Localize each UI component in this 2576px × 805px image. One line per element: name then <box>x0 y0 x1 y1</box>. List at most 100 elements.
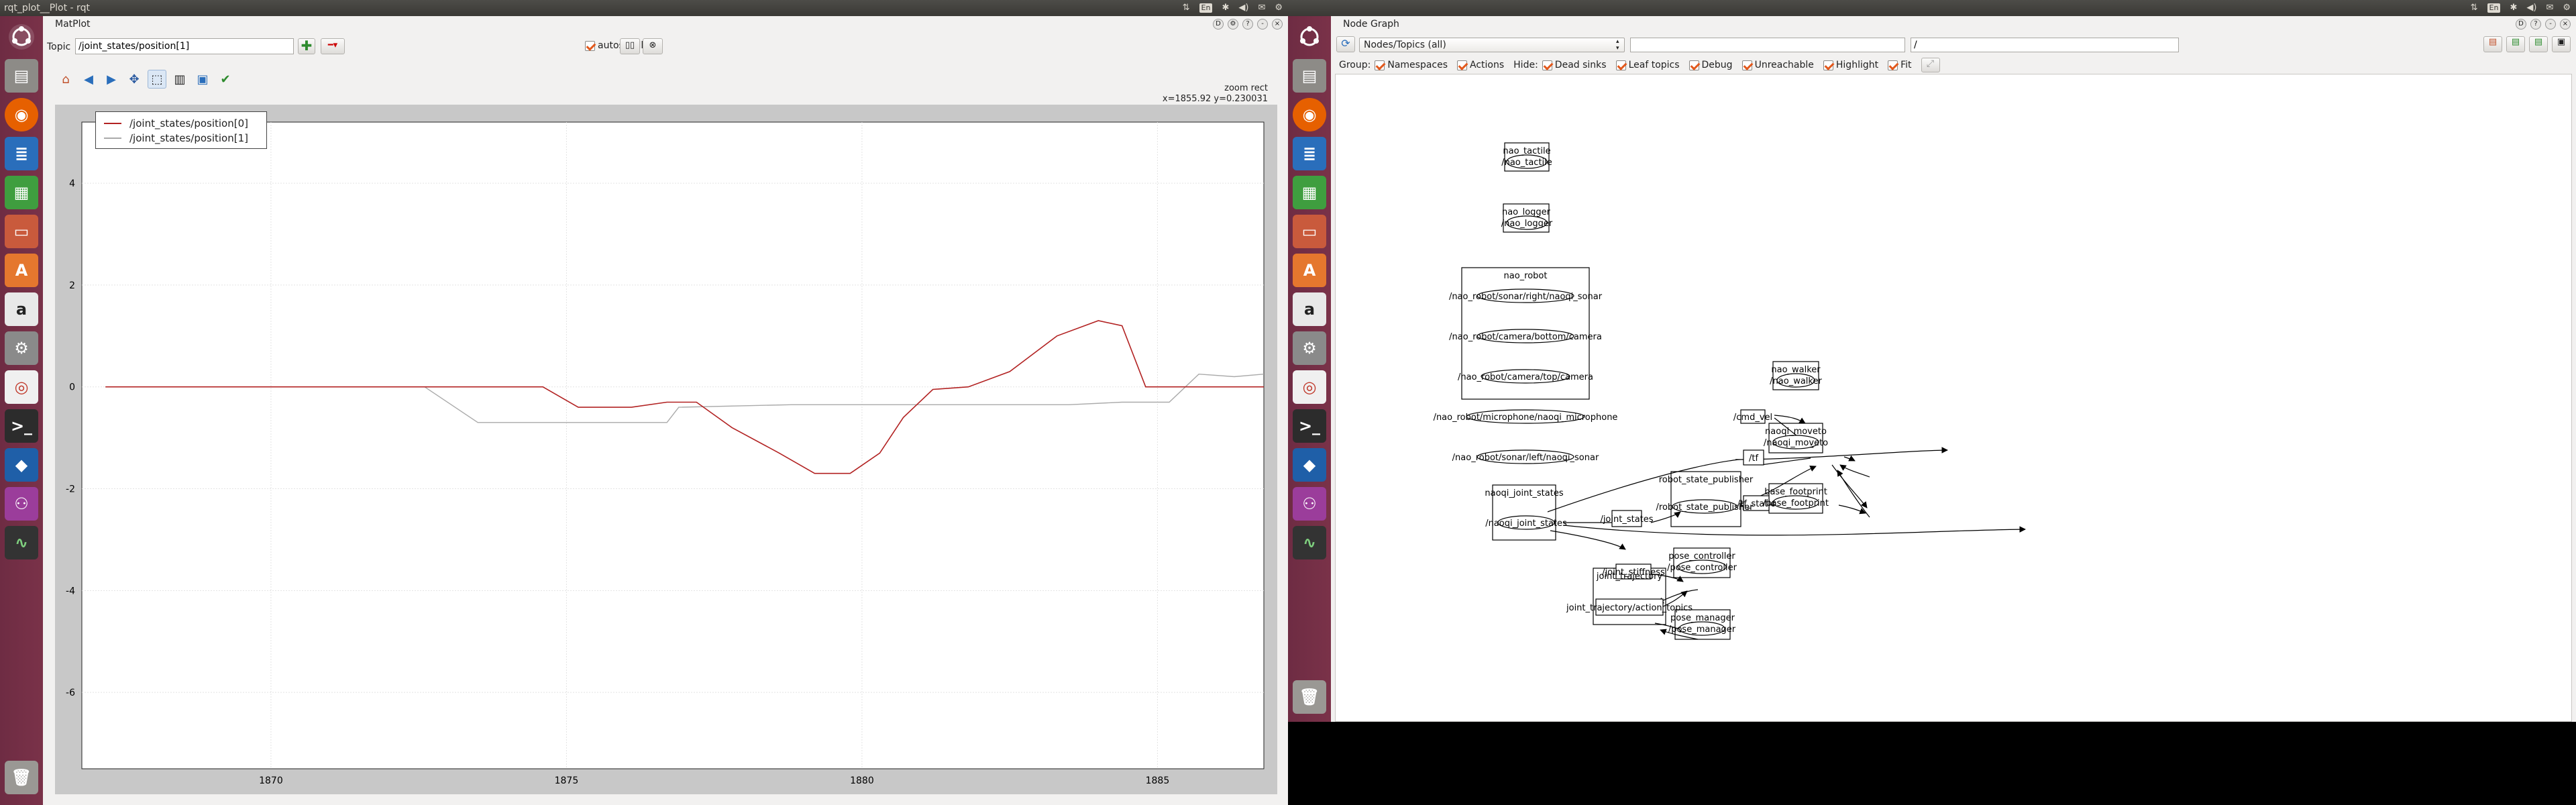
files-icon[interactable]: ▤ <box>5 59 38 93</box>
topic-label-tf-static: /tf_static <box>1737 499 1775 509</box>
back-icon[interactable]: ◀ <box>79 70 98 89</box>
highlight-checkbox[interactable]: Highlight <box>1823 60 1878 70</box>
volume-icon[interactable]: ◀) <box>1238 0 1248 16</box>
save-dot-icon[interactable]: ▤ <box>2506 36 2525 52</box>
mail-icon[interactable]: ✉ <box>1258 0 1265 16</box>
writer-icon[interactable]: ≣ <box>5 137 38 170</box>
ubuntu-dash-icon[interactable] <box>1293 20 1326 54</box>
amazon-icon[interactable]: a <box>1293 292 1326 326</box>
dead-sinks-label: Dead sinks <box>1554 60 1607 70</box>
y-tick-label: 2 <box>69 280 75 291</box>
add-topic-button[interactable]: ✚ <box>298 38 315 54</box>
software-center-icon[interactable]: A <box>1293 254 1326 287</box>
impress-icon[interactable]: ▭ <box>5 215 38 248</box>
settings-icon[interactable]: ⚙ <box>5 331 38 365</box>
group-label: Group: <box>1339 60 1371 70</box>
dead-sinks-checkbox[interactable]: Dead sinks <box>1542 60 1607 70</box>
volume-icon[interactable]: ◀) <box>2526 0 2536 16</box>
zoom-mode-label: zoom rect <box>1224 83 1268 93</box>
matplotlib-toolbar: ⌂ ◀ ▶ ✥ ⬚ ▥ ▣ ✔ <box>56 70 235 89</box>
trash-icon[interactable]: 🗑 <box>1293 680 1326 714</box>
legend-label-1: /joint_states/position[1] <box>129 132 248 144</box>
plugin-title: MatPlot <box>55 19 91 30</box>
ubuntu-dash-icon[interactable] <box>5 20 38 54</box>
plot-frame: 1870 1875 1880 1885 4 2 0 -2 -4 -6 <box>55 105 1277 794</box>
vscode-icon[interactable]: ◆ <box>1293 448 1326 482</box>
amazon-icon[interactable]: a <box>5 292 38 326</box>
namespace-filter-input[interactable] <box>1911 38 2179 52</box>
rqt-icon[interactable]: ◎ <box>1293 370 1326 404</box>
calc-icon[interactable]: ▦ <box>5 176 38 209</box>
subplots-icon[interactable]: ▥ <box>170 70 189 89</box>
power-gear-icon[interactable]: ⚙ <box>1275 0 1283 16</box>
software-center-icon[interactable]: A <box>5 254 38 287</box>
power-gear-icon[interactable]: ⚙ <box>2563 0 2571 16</box>
calc-icon[interactable]: ▦ <box>1293 176 1326 209</box>
robot-app-icon[interactable]: ⚇ <box>5 487 38 521</box>
save-svg-icon[interactable]: ▤ <box>2529 36 2548 52</box>
edit-curves-icon[interactable]: ✔ <box>216 70 235 89</box>
zoom-icon[interactable]: ⬚ <box>148 70 166 89</box>
pause-button[interactable]: ▯▯ <box>620 38 640 54</box>
graph-mode-select[interactable]: Nodes/Topics (all) <box>1359 38 1625 52</box>
unreachable-checkbox[interactable]: Unreachable <box>1741 60 1814 70</box>
help-icon[interactable]: ? <box>2530 19 2541 30</box>
robot-app-icon[interactable]: ⚇ <box>1293 487 1326 521</box>
node-graph-canvas[interactable]: nao_tactile/nao_tactile nao_logger/nao_lo… <box>1335 74 2572 722</box>
keyboard-layout-icon[interactable]: En <box>2487 3 2501 13</box>
settings-icon[interactable]: ⚙ <box>1228 19 1238 30</box>
edge-footprint-to-tf <box>1837 470 1870 518</box>
close-icon[interactable]: × <box>1272 19 1283 30</box>
fit-checkbox[interactable]: Fit <box>1888 60 1912 70</box>
rqt-icon[interactable]: ◎ <box>5 370 38 404</box>
terminal-icon[interactable]: >_ <box>5 409 38 443</box>
plot-canvas[interactable]: 1870 1875 1880 1885 4 2 0 -2 -4 -6 <box>55 105 1277 794</box>
refresh-button[interactable]: ⟳ <box>1336 36 1355 52</box>
settings-icon[interactable]: ⚙ <box>1293 331 1326 365</box>
pan-icon[interactable]: ✥ <box>125 70 144 89</box>
load-dot-icon[interactable]: ▤ <box>2483 36 2502 52</box>
firefox-icon[interactable]: ◉ <box>5 98 38 131</box>
dock-icon[interactable]: D <box>2516 19 2526 30</box>
node-graph-svg[interactable]: nao_tactile/nao_tactile nao_logger/nao_lo… <box>1336 74 2573 722</box>
clear-button[interactable]: ⊗ <box>643 38 663 54</box>
remove-topic-button[interactable]: ━▾ <box>321 38 345 54</box>
minimize-icon[interactable]: - <box>2545 19 2556 30</box>
cluster-label-nao-logger: nao_logger <box>1502 207 1551 217</box>
close-icon[interactable]: × <box>2560 19 2571 30</box>
network-icon[interactable]: ⇅ <box>1183 0 1190 16</box>
vscode-icon[interactable]: ◆ <box>5 448 38 482</box>
trash-icon[interactable]: 🗑 <box>5 761 38 794</box>
forward-icon[interactable]: ▶ <box>102 70 121 89</box>
keyboard-layout-icon[interactable]: En <box>1199 3 1213 13</box>
bluetooth-icon[interactable]: ✱ <box>1222 0 1229 16</box>
x-tick-label: 1875 <box>555 775 579 786</box>
help-icon[interactable]: ? <box>1242 19 1253 30</box>
network-icon[interactable]: ⇅ <box>2471 0 2478 16</box>
namespaces-checkbox[interactable]: Namespaces <box>1375 60 1448 70</box>
system-monitor-icon[interactable]: ∿ <box>5 526 38 559</box>
dock-icon[interactable]: D <box>1213 19 1224 30</box>
impress-icon[interactable]: ▭ <box>1293 215 1326 248</box>
plot-axes[interactable] <box>81 121 1265 769</box>
bluetooth-icon[interactable]: ✱ <box>2510 0 2517 16</box>
writer-icon[interactable]: ≣ <box>1293 137 1326 170</box>
system-monitor-icon[interactable]: ∿ <box>1293 526 1326 559</box>
firefox-icon[interactable]: ◉ <box>1293 98 1326 131</box>
leaf-topics-checkbox[interactable]: Leaf topics <box>1615 60 1680 70</box>
files-icon[interactable]: ▤ <box>1293 59 1326 93</box>
node-label-nao-tactile: /nao_tactile <box>1501 158 1552 168</box>
debug-checkbox[interactable]: Debug <box>1688 60 1733 70</box>
plugin-titlebar-right: Node Graph D ? - × <box>1331 16 2576 32</box>
save-icon[interactable]: ▣ <box>193 70 212 89</box>
node-filter-input[interactable] <box>1630 38 1905 52</box>
mail-icon[interactable]: ✉ <box>2546 0 2553 16</box>
home-icon[interactable]: ⌂ <box>56 70 75 89</box>
fit-view-button[interactable]: ⤢ <box>1921 58 1940 72</box>
cluster-label-naoqi-joint-states: naoqi_joint_states <box>1485 488 1563 498</box>
minimize-icon[interactable]: - <box>1257 19 1268 30</box>
save-image-icon[interactable]: ▣ <box>2552 36 2571 52</box>
actions-checkbox[interactable]: Actions <box>1457 60 1504 70</box>
topic-input[interactable] <box>75 38 294 54</box>
terminal-icon[interactable]: >_ <box>1293 409 1326 443</box>
